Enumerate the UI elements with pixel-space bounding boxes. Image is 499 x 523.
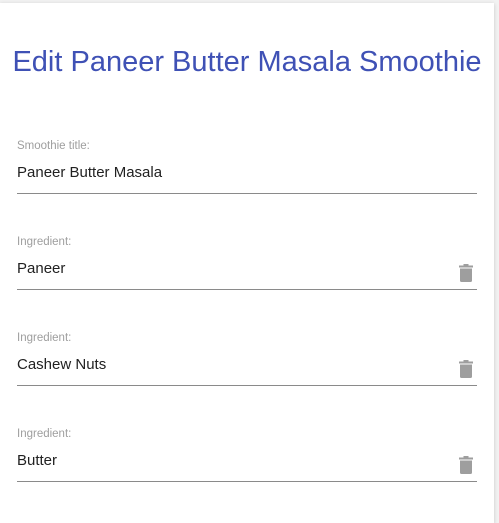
ingredient-field: Ingredient: bbox=[17, 235, 477, 295]
ingredient-label: Ingredient: bbox=[17, 236, 72, 248]
ingredient-input[interactable] bbox=[17, 259, 437, 279]
ingredient-field: Ingredient: bbox=[17, 427, 477, 487]
edit-smoothie-card: Edit Paneer Butter Masala Smoothie Smoot… bbox=[0, 3, 494, 523]
smoothie-title-input[interactable] bbox=[17, 163, 437, 183]
ingredient-underline bbox=[17, 481, 477, 482]
ingredient-field: Ingredient: bbox=[17, 331, 477, 391]
trash-icon bbox=[459, 264, 473, 282]
delete-ingredient-button[interactable] bbox=[457, 262, 475, 284]
smoothie-title-field: Smoothie title: bbox=[17, 139, 477, 199]
smoothie-title-underline bbox=[17, 193, 477, 194]
smoothie-title-label: Smoothie title: bbox=[17, 140, 90, 152]
ingredient-underline bbox=[17, 385, 477, 386]
ingredient-underline bbox=[17, 289, 477, 290]
ingredient-input[interactable] bbox=[17, 451, 437, 471]
delete-ingredient-button[interactable] bbox=[457, 454, 475, 476]
ingredient-label: Ingredient: bbox=[17, 332, 72, 344]
ingredient-input[interactable] bbox=[17, 355, 437, 375]
delete-ingredient-button[interactable] bbox=[457, 358, 475, 380]
trash-icon bbox=[459, 456, 473, 474]
page-title: Edit Paneer Butter Masala Smoothie bbox=[12, 46, 482, 78]
trash-icon bbox=[459, 360, 473, 378]
ingredient-label: Ingredient: bbox=[17, 428, 72, 440]
